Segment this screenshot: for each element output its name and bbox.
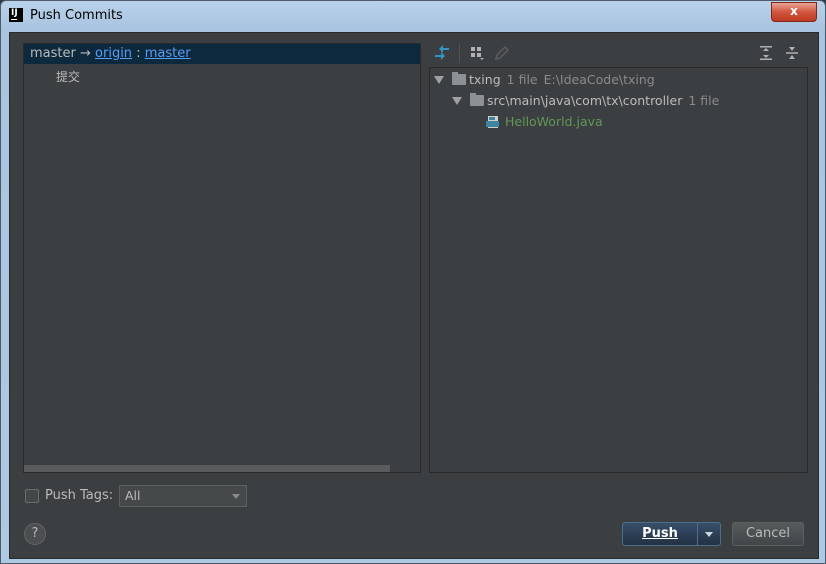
tree-folder-count: 1 file	[688, 93, 720, 108]
group-by-icon[interactable]	[469, 44, 487, 62]
close-button[interactable]: x	[771, 2, 817, 22]
push-options-button[interactable]	[697, 522, 721, 546]
title-bar[interactable]: IJ Push Commits x	[1, 1, 825, 31]
tree-file[interactable]: HelloWorld.java	[430, 112, 603, 132]
push-tags-label: Push Tags:	[45, 488, 114, 503]
push-tags-value: All	[125, 488, 141, 503]
java-file-icon	[486, 116, 499, 128]
commit-item[interactable]: 提交	[56, 68, 80, 85]
collapse-all-icon[interactable]	[783, 44, 801, 62]
push-tags-select[interactable]: All	[119, 485, 247, 507]
remote-link[interactable]: origin	[95, 46, 132, 61]
commits-panel: master → origin : master 提交	[23, 43, 421, 473]
branch-separator: :	[136, 46, 141, 61]
dialog-content: master → origin : master 提交 txing 1 file…	[9, 32, 819, 559]
changes-toolbar	[429, 41, 809, 65]
close-icon: x	[790, 4, 798, 18]
window-title: Push Commits	[30, 8, 123, 23]
horizontal-scrollbar[interactable]	[24, 465, 390, 472]
tree-file-name: HelloWorld.java	[505, 114, 603, 129]
tree-root-name: txing	[469, 72, 501, 87]
tree-folder-name: src\main\java\com\tx\controller	[487, 93, 683, 108]
expand-toggle-icon[interactable]	[434, 76, 444, 84]
push-label: Push	[642, 526, 678, 541]
folder-icon	[470, 93, 484, 106]
dropdown-caret-icon	[705, 532, 713, 537]
branch-row[interactable]: master → origin : master	[24, 44, 420, 64]
tree-root-path: E:\IdeaCode\txing	[543, 72, 655, 87]
toolbar-separator	[459, 43, 460, 63]
cancel-button[interactable]: Cancel	[732, 522, 804, 546]
push-commits-dialog: IJ Push Commits x master → origin : mast…	[0, 0, 826, 564]
dropdown-caret-icon	[232, 494, 240, 499]
changes-tree: txing 1 file E:\IdeaCode\txing src\main\ja…	[429, 67, 808, 473]
compare-arrows-icon[interactable]	[433, 44, 451, 62]
intellij-icon: IJ	[9, 8, 23, 22]
push-button[interactable]: Push	[622, 522, 698, 546]
help-button[interactable]: ?	[24, 523, 46, 545]
question-icon: ?	[31, 526, 39, 541]
expand-all-icon[interactable]	[757, 44, 775, 62]
expand-toggle-icon[interactable]	[452, 97, 462, 105]
remote-branch-link[interactable]: master	[145, 46, 191, 61]
edit-icon[interactable]	[493, 44, 511, 62]
local-branch: master	[30, 46, 76, 61]
tree-folder[interactable]: src\main\java\com\tx\controller 1 file	[430, 91, 719, 111]
push-tags-checkbox[interactable]	[25, 489, 39, 503]
tree-root[interactable]: txing 1 file E:\IdeaCode\txing	[430, 70, 655, 90]
arrow-icon: →	[79, 46, 91, 61]
cancel-label: Cancel	[745, 526, 791, 541]
folder-icon	[452, 72, 466, 85]
tree-root-count: 1 file	[506, 72, 538, 87]
